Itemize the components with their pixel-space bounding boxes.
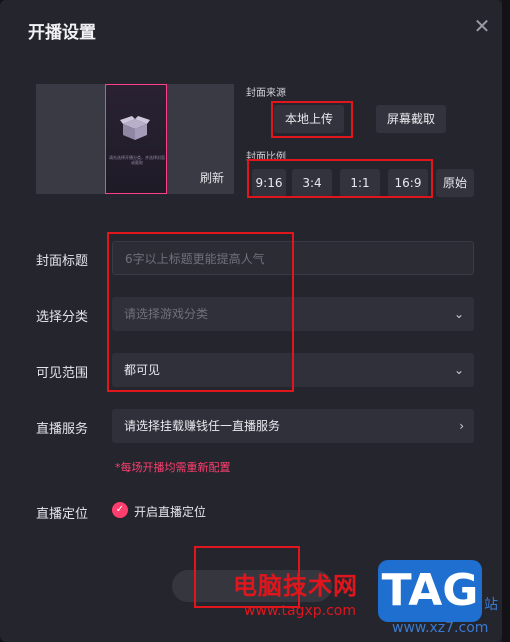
refresh-button[interactable]: 刷新 (200, 169, 224, 186)
watermark-small-url: www.xz7.com (392, 620, 489, 636)
ratio-9-16-button[interactable]: 9:16 (252, 169, 286, 197)
watermark-tag-text: TAG (381, 565, 479, 616)
ratio-1-1-button[interactable]: 1:1 (340, 169, 380, 197)
cover-title-label: 封面标题 (36, 254, 89, 269)
location-checkbox[interactable]: ✓ (112, 502, 128, 518)
background-app-right (502, 0, 510, 642)
local-upload-button[interactable]: 本地上传 (274, 105, 344, 133)
watermark-site-name: 电脑技术网 (233, 572, 358, 600)
chevron-right-icon: › (459, 419, 464, 433)
cover-source-label: 封面来源 (246, 88, 286, 99)
category-select[interactable]: 请选择游戏分类 ⌄ (112, 297, 474, 331)
dialog-title: 开播设置 (28, 23, 96, 43)
cover-preview: 请先选择开播分类，并选择封面或截取 刷新 (36, 84, 234, 194)
live-service-label: 直播服务 (36, 422, 89, 437)
watermark-tag-logo: TAG (378, 560, 482, 622)
preview-hint: 请先选择开播分类，并选择封面或截取 (109, 155, 165, 165)
visibility-value: 都可见 (124, 363, 161, 377)
ratio-3-4-button[interactable]: 3:4 (292, 169, 332, 197)
ratio-16-9-button[interactable]: 16:9 (388, 169, 428, 197)
close-icon[interactable]: ✕ (470, 14, 494, 38)
gift-box-icon (120, 116, 150, 140)
service-note: *每场开播均需重新配置 (115, 461, 231, 474)
cover-ratio-label: 封面比例 (246, 152, 286, 163)
location-label: 直播定位 (36, 507, 89, 522)
live-service-value: 请选择挂载赚钱任一直播服务 (124, 419, 281, 433)
category-placeholder: 请选择游戏分类 (124, 307, 209, 321)
visibility-label: 可见范围 (36, 366, 89, 381)
cover-title-input[interactable]: 6字以上标题更能提高人气 (112, 241, 474, 275)
live-settings-dialog: 开播设置 ✕ 请先选择开播分类，并选择封面或截取 刷新 封面来源 本地上传 屏幕… (0, 0, 502, 642)
chevron-down-icon: ⌄ (453, 307, 464, 321)
live-service-select[interactable]: 请选择挂载赚钱任一直播服务 › (112, 409, 474, 443)
visibility-select[interactable]: 都可见 ⌄ (112, 353, 474, 387)
category-label: 选择分类 (36, 310, 89, 325)
cover-title-placeholder: 6字以上标题更能提高人气 (125, 252, 265, 266)
watermark-url: www.tagxp.com (244, 603, 356, 619)
screen-capture-button[interactable]: 屏幕截取 (376, 105, 446, 133)
phone-cover-frame[interactable]: 请先选择开播分类，并选择封面或截取 (105, 84, 167, 194)
ratio-original-button[interactable]: 原始 (436, 169, 474, 197)
location-option-label[interactable]: 开启直播定位 (134, 503, 206, 520)
watermark-side-char: 站 (484, 597, 498, 613)
chevron-down-icon: ⌄ (453, 363, 464, 377)
